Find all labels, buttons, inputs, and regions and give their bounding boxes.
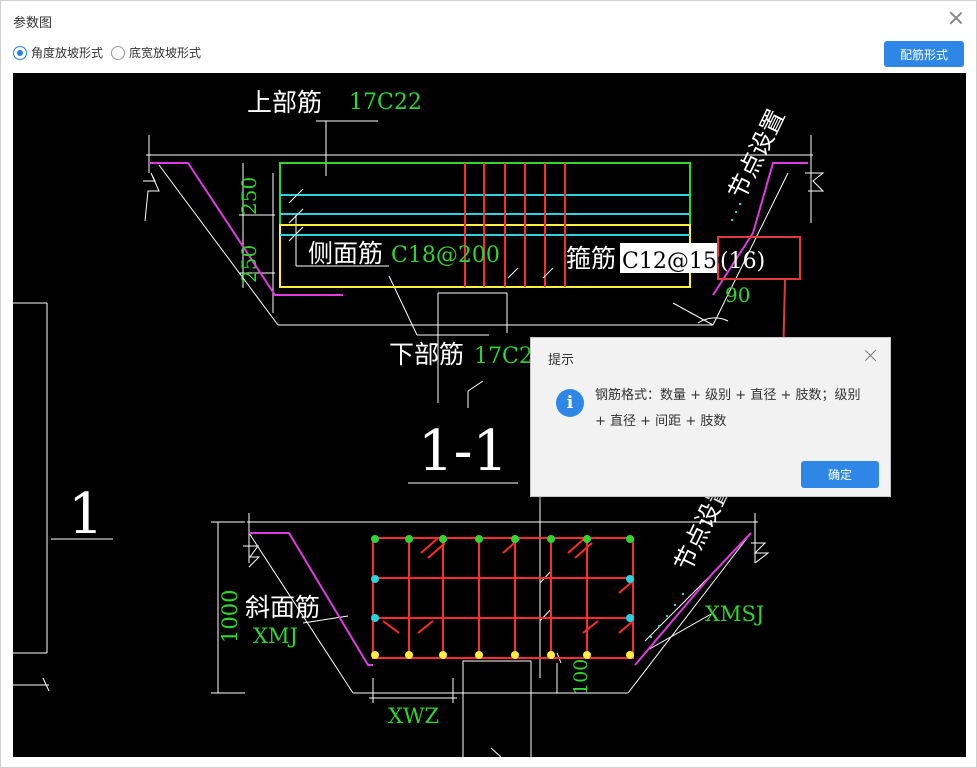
param-diagram-window: 参数图 角度放坡形式 底宽放坡形式 配筋形式 上部筋 17C22 250 250… <box>0 0 977 768</box>
close-icon[interactable] <box>948 10 964 26</box>
dim-250-bottom: 250 <box>237 245 261 283</box>
slope-rebar-label: 斜面筋 <box>245 593 320 622</box>
dialog-message: 钢筋格式：数量 + 级别 + 直径 + 肢数；级别 + 直径 + 间距 + 肢数 <box>595 388 861 429</box>
radio-width-slope-label: 底宽放坡形式 <box>129 46 202 60</box>
bottom-rebar-value: 17C2 <box>474 344 533 369</box>
slope-cyan-dots <box>731 203 741 221</box>
top-rebar-label: 上部筋 <box>247 88 322 117</box>
slope-form-options: 角度放坡形式 底宽放坡形式 <box>13 44 209 61</box>
radio-angle-slope-label: 角度放坡形式 <box>31 46 104 60</box>
xmj-label: XMJ <box>253 624 298 648</box>
stirrup-label: 箍筋 <box>566 244 616 273</box>
bottom-rebar-label: 下部筋 <box>389 340 464 369</box>
dim-1000: 1000 <box>218 590 242 643</box>
top-rebar-value: 17C22 <box>349 90 422 115</box>
radio-width-slope[interactable]: 底宽放坡形式 <box>111 44 201 61</box>
xwz-label: XWZ <box>388 704 439 728</box>
dim-250-top: 250 <box>237 177 261 215</box>
dialog-ok-button[interactable]: 确定 <box>801 461 879 488</box>
dialog-close-icon[interactable] <box>864 349 877 362</box>
lower-rebar-dots <box>371 535 634 659</box>
lower-rebar-grid <box>372 537 634 659</box>
dialog-title: 提示 <box>548 353 575 368</box>
side-rebar-value: C18@200 <box>391 243 500 268</box>
info-icon: i <box>556 389 584 417</box>
side-rebar-label: 侧面筋 <box>308 239 383 268</box>
dim-100: 100 <box>570 659 592 695</box>
stirrup-legs: (16) <box>720 249 765 274</box>
radio-angle-slope[interactable]: 角度放坡形式 <box>13 44 103 61</box>
angle-label: 90 <box>725 283 750 307</box>
rebar-form-button[interactable]: 配筋形式 <box>884 41 964 67</box>
radio-checked-icon[interactable] <box>13 45 27 60</box>
stirrup-value: C12@150 <box>622 249 731 274</box>
window-title: 参数图 <box>13 16 53 31</box>
side-section-number: 1 <box>68 482 104 547</box>
radio-unchecked-icon[interactable] <box>111 45 126 60</box>
hint-dialog: 提示 i 钢筋格式：数量 + 级别 + 直径 + 肢数；级别 + 直径 + 间距… <box>530 337 891 497</box>
xmsj-label: XMSJ <box>705 602 764 626</box>
section-label: 1-1 <box>418 419 508 484</box>
